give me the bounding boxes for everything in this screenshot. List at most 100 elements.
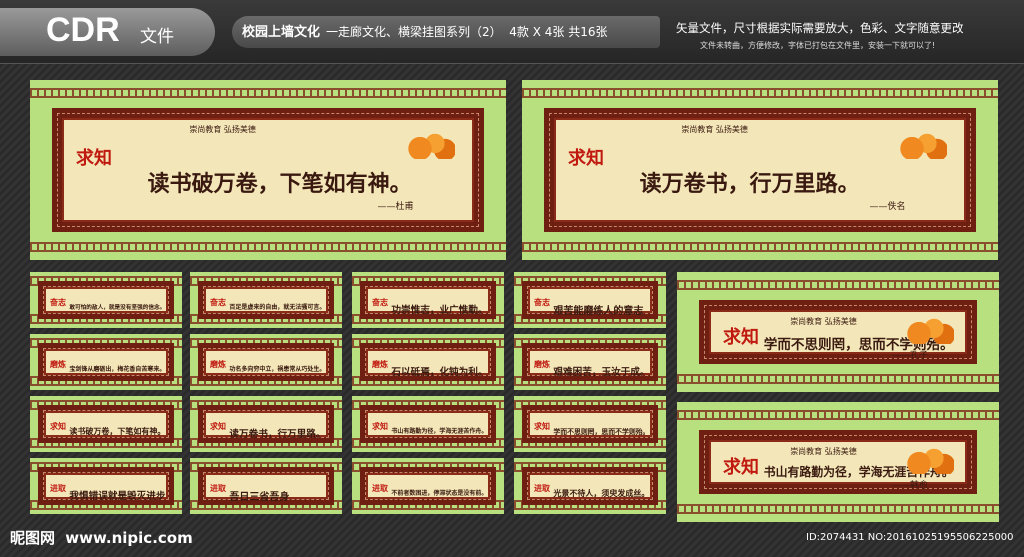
quote-text: 书山有路勤为径，学海无涯苦作舟。 [391,428,488,436]
inner-panel: 磨炼 宝剑锋从磨砺出，梅花香自苦寒来。 [44,349,168,375]
banner-card: 磨炼 艰难困苦，玉汝于成。 [514,334,666,390]
meander-border [30,88,506,98]
inner-panel: 进取 不前者数困进，停滞状态是没有前。 [366,473,490,499]
stamp: 求知 [50,421,66,431]
quote-text: 不前者数困进，停滞状态是没有前。 [391,490,488,498]
quote-text: 读书破万卷，下笔如有神。 [147,172,412,198]
lattice-frame: 奋志 功崇惟志，业广惟勤。 [360,281,496,319]
inner-panel: 求知 读万卷书，行万里路。 ——佚名 崇尚教育 弘扬美德 [554,118,966,222]
inner-panel: 奋志 艰苦能磨练人的意志 [528,287,652,317]
inner-panel: 奋志 敢可怕的敌人，就是没有坚强的信念。 [44,287,168,313]
inner-panel: 磨炼 艰难困苦，玉汝于成。 [528,349,652,379]
banner-card: 磨炼 功名多向穷中立，祸患常从巧处生。 [190,334,342,390]
meander-border [677,280,999,290]
url-text: www.nipic.com [65,529,193,547]
meander-border [677,374,999,384]
header-bar: CDR 文件 校园上墙文化 一走廊文化、横梁挂图系列（2） 4款 X 4张 共16张… [0,0,1024,64]
meander-border [677,504,999,514]
stamp: 磨炼 [534,359,550,369]
stamp: 磨炼 [50,359,66,369]
lattice-frame: 磨炼 宝剑锋从磨砺出，梅花香自苦寒来。 [38,343,174,381]
banner-card: 求知 书山有路勤为径，学海无涯苦作舟。 ——韩愈 崇尚教育 弘扬美德 [677,402,999,522]
inner-panel: 奋志 百足是虚来的自由，就无法骚可言。 [204,287,328,313]
stamp: 求知 [568,148,604,170]
cloud-icon [897,133,948,160]
quote-text: 艰难困苦，玉汝于成。 [553,367,650,379]
quote-text: 读书破万卷，下笔如有神。 [69,427,166,437]
title-bar: 校园上墙文化 一走廊文化、横梁挂图系列（2） 4款 X 4张 共16张 [232,16,660,48]
stamp: 求知 [210,421,226,431]
subtitle: 一走廊文化、横梁挂图系列（2） [326,25,502,39]
lattice-frame: 求知 读书破万卷，下笔如有神。 [38,405,174,443]
quote-text: 光景不待人，须臾发成丝。 [553,489,650,499]
stamp: 奋志 [50,297,66,307]
lattice-frame: 奋志 百足是虚来的自由，就无法骚可言。 [198,281,334,319]
quote-text: 宝剑锋从磨砺出，梅花香自苦寒来。 [69,366,166,374]
author: ——佚名 [869,202,906,213]
inner-panel: 求知 书山有路勤为径，学海无涯苦作舟。 ——韩愈 崇尚教育 弘扬美德 [709,440,967,491]
quote-text: 敢可怕的敌人，就是没有坚强的信念。 [69,305,166,312]
lattice-frame: 进取 光景不待人，须臾发成丝。 [522,467,658,505]
inner-panel: 求知 学而不思则罔，思而不学则殆。 [528,411,652,437]
quote-text: 功名多向穷中立，祸患常从巧处生。 [229,366,326,374]
banner-card: 进取 我惧错误就是毁灭进步 [30,458,182,514]
note-primary: 矢量文件，尺寸根据实际需要放大，色彩、文字随意更改 [676,21,964,35]
lattice-frame: 奋志 艰苦能磨练人的意志 [522,281,658,319]
cloud-icon [904,318,955,344]
file-label: 文件 [140,27,174,47]
lattice-frame: 求知读书破万卷，下笔如有神。 ——杜甫 崇尚教育 弘扬美德 [52,108,484,232]
lattice-frame: 求知 学而不思则罔，思而不学则殆。 [522,405,658,443]
lattice-frame: 磨炼 石以砥焉，化钝为利。 [360,343,496,381]
stamp: 磨炼 [210,359,226,369]
quote-text: 艰苦能磨练人的意志 [553,306,644,318]
lattice-frame: 求知 学而不思则罔，思而不学则殆。 ——孔子 崇尚教育 弘扬美德 [699,300,977,364]
inner-panel: 进取 吾日三省吾身 [204,473,328,503]
motto: 崇尚教育 弘扬美德 [189,125,256,134]
banner-card: 求知 读万卷书，行万里路。 ——佚名 崇尚教育 弘扬美德 [522,80,998,260]
quote-text: 石以砥焉，化钝为利。 [391,367,488,379]
lattice-frame: 磨炼 功名多向穷中立，祸患常从巧处生。 [198,343,334,381]
count: 4款 X 4张 共16张 [509,25,608,39]
stamp: 奋志 [372,297,388,307]
author: ——韩愈 [892,481,929,491]
lattice-frame: 求知 读万卷书，行万里路。 ——佚名 崇尚教育 弘扬美德 [544,108,976,232]
stamp: 磨炼 [372,359,388,369]
banner-card: 求知 学而不思则罔，思而不学则殆。 [514,396,666,452]
motto: 崇尚教育 弘扬美德 [790,317,857,326]
lattice-frame: 进取 不前者数困进，停滞状态是没有前。 [360,467,496,505]
meander-border [522,88,998,98]
stamp: 求知 [723,327,759,348]
note-secondary: 文件未转曲，方便修改，字体已打包在文件里，安装一下就可以了! [700,41,936,50]
meander-border [30,242,506,252]
stamp: 求知 [723,457,759,478]
banner-card: 求知读书破万卷，下笔如有神。 ——杜甫 崇尚教育 弘扬美德 [30,80,506,260]
banner-card: 进取 吾日三省吾身 [190,458,342,514]
stamp: 奋志 [210,297,226,307]
logo-text: 昵图网 [10,529,56,547]
stamp: 求知 [76,148,112,170]
inner-panel: 磨炼 功名多向穷中立，祸患常从巧处生。 [204,349,328,375]
banner-card: 求知 读书破万卷，下笔如有神。 [30,396,182,452]
lattice-frame: 求知 书山有路勤为径，学海无涯苦作舟。 ——韩愈 崇尚教育 弘扬美德 [699,430,977,494]
lattice-frame: 求知 书山有路勤为径，学海无涯苦作舟。 [360,405,496,443]
lattice-frame: 进取 我惧错误就是毁灭进步 [38,467,174,505]
banner-card: 进取 不前者数困进，停滞状态是没有前。 [352,458,504,514]
inner-panel: 求知 读万卷书，行万里路。 [204,411,328,440]
quote-text: 功崇惟志，业广惟勤。 [391,305,488,317]
image-id: ID:2074431 NO:20161025195506225000 [806,532,1014,543]
author: ——杜甫 [377,202,414,213]
banner-card: 求知 读万卷书，行万里路。 [190,396,342,452]
cloud-icon [904,448,955,474]
quote-text: 我惧错误就是毁灭进步 [69,491,166,503]
banner-card: 奋志 敢可怕的敌人，就是没有坚强的信念。 [30,272,182,328]
stamp: 求知 [534,421,550,431]
motto: 崇尚教育 弘扬美德 [681,125,748,134]
cdr-label: CDR [46,11,120,49]
quote-text: 百足是虚来的自由，就无法骚可言。 [229,304,326,312]
banner-card: 奋志 百足是虚来的自由，就无法骚可言。 [190,272,342,328]
banner-card: 求知 学而不思则罔，思而不学则殆。 ——孔子 崇尚教育 弘扬美德 [677,272,999,392]
lattice-frame: 磨炼 艰难困苦，玉汝于成。 [522,343,658,381]
quote-text: 学而不思则罔，思而不学则殆。 [553,428,650,437]
cloud-icon [405,133,456,160]
stamp: 奋志 [534,297,550,307]
